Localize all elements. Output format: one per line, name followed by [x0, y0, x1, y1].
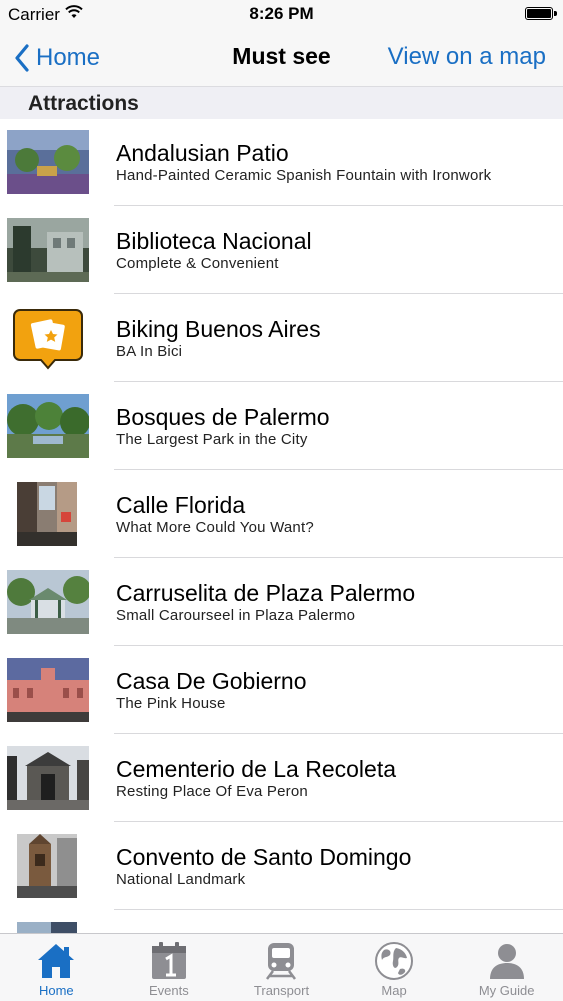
item-title: Biking Buenos Aires [116, 316, 321, 342]
thumbnail-image [7, 658, 89, 722]
list-item[interactable]: Biblioteca Nacional Complete & Convenien… [0, 206, 563, 294]
tab-label: Map [381, 983, 407, 998]
tab-my-guide[interactable]: My Guide [450, 934, 563, 1001]
item-title: Convento de Santo Domingo [116, 844, 412, 870]
list-item[interactable]: Andalusian Patio Hand-Painted Ceramic Sp… [0, 118, 563, 206]
list-item[interactable]: Bosques de Palermo The Largest Park in t… [0, 382, 563, 470]
tab-label: Transport [253, 983, 310, 998]
item-subtitle: Small Carourseel in Plaza Palermo [116, 607, 356, 624]
tab-home[interactable]: Home [0, 934, 113, 1001]
tab-bar: Home Events Transport Map My Guide [0, 933, 563, 1001]
tab-label: Events [149, 983, 189, 998]
tab-events[interactable]: Events [113, 934, 226, 1001]
thumbnail-image [7, 482, 89, 546]
item-subtitle: Complete & Convenient [116, 255, 279, 272]
thumbnail-image [7, 834, 89, 898]
thumbnail-image [7, 570, 89, 634]
list-item[interactable]: Carruselita de Plaza Palermo Small Carou… [0, 558, 563, 646]
item-title: Andalusian Patio [116, 140, 289, 166]
clock: 8:26 PM [249, 4, 314, 23]
item-subtitle: National Landmark [116, 871, 246, 888]
person-icon [489, 944, 524, 979]
item-subtitle: Hand-Painted Ceramic Spanish Fountain wi… [116, 167, 492, 184]
view-on-map-button[interactable]: View on a map [388, 43, 546, 71]
tab-label: My Guide [478, 983, 535, 998]
list-item[interactable]: Biking Buenos Aires BA In Bici [0, 294, 563, 382]
item-title: Carruselita de Plaza Palermo [116, 580, 416, 606]
list-item[interactable]: Cementerio de La Recoleta Resting Place … [0, 734, 563, 822]
list-item[interactable] [0, 910, 563, 933]
item-title: Casa De Gobierno [116, 668, 307, 694]
thumbnail-image [7, 130, 89, 194]
thumbnail-image [7, 746, 89, 810]
train-icon [266, 943, 297, 980]
item-title: Cementerio de La Recoleta [116, 756, 396, 782]
section-header: Attractions [0, 86, 563, 119]
list-item[interactable]: Calle Florida What More Could You Want? [0, 470, 563, 558]
calendar-icon [151, 942, 186, 979]
tab-transport[interactable]: Transport [225, 934, 338, 1001]
item-subtitle: BA In Bici [116, 343, 183, 360]
item-subtitle: What More Could You Want? [116, 519, 314, 536]
thumbnail-image [7, 394, 89, 458]
section-title: Attractions [28, 92, 139, 115]
item-title: Biblioteca Nacional [116, 228, 312, 254]
list-item[interactable]: Convento de Santo Domingo National Landm… [0, 822, 563, 910]
item-subtitle: The Largest Park in the City [116, 431, 308, 448]
status-bar: Carrier 8:26 PM [0, 0, 563, 30]
home-icon [38, 944, 75, 978]
battery-icon [525, 7, 557, 20]
item-title: Bosques de Palermo [116, 404, 330, 430]
thumbnail-image [7, 922, 89, 933]
item-subtitle: Resting Place Of Eva Peron [116, 783, 308, 800]
item-subtitle: The Pink House [116, 695, 226, 712]
tab-map[interactable]: Map [338, 934, 451, 1001]
guide-app-icon [13, 309, 83, 370]
thumbnail-image [7, 218, 89, 282]
item-title: Calle Florida [116, 492, 246, 518]
globe-icon [375, 942, 414, 980]
navigation-bar: Home Must see View on a map [0, 30, 563, 86]
attractions-list[interactable]: Andalusian Patio Hand-Painted Ceramic Sp… [0, 118, 563, 933]
list-item[interactable]: Casa De Gobierno The Pink House [0, 646, 563, 734]
tab-label: Home [38, 983, 74, 998]
